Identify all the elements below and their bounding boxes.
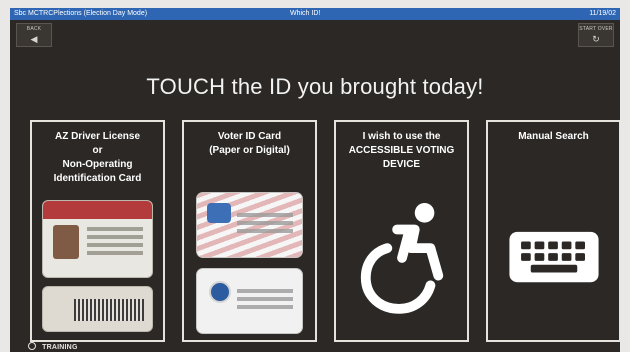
id-option-manual-search[interactable]: Manual Search [486,120,620,342]
window-title-right: 11/19/02 [589,10,616,17]
keyboard-icon [509,231,599,283]
wheelchair-icon [360,203,444,314]
card-title-manual-search: Manual Search [518,131,589,142]
start-over-button-caption: START OVER [579,26,613,32]
kiosk-window: Sbc MCTRCPlections (Election Day Mode) W… [10,8,620,352]
driver-license-back-image [42,286,153,332]
voter-card-text-lines [237,213,293,217]
training-indicator: TRAINING [28,342,78,351]
refresh-icon: ↻ [592,34,600,44]
back-button-caption: BACK [26,26,42,32]
voter-id-card-front-image [196,192,303,258]
card-title-accessible-voting-device: I wish to use the ACCESSIBLE VOTING DEVI… [348,131,455,170]
id-option-az-driver-license[interactable]: AZ Driver License or Non-Operating Ident… [30,120,165,342]
top-toolbar: BACK ◀ START OVER ↻ [10,20,620,50]
card-title-voter-id-card: Voter ID Card (Paper or Digital) [209,131,290,156]
card-title-az-driver-license: AZ Driver License or Non-Operating Ident… [53,131,142,184]
id-option-accessible-voting-device[interactable]: I wish to use the ACCESSIBLE VOTING DEVI… [334,120,469,342]
voter-card-badge [207,203,231,223]
license-header-stripe [43,201,152,219]
page-headline: TOUCH the ID you brought today! [146,74,484,99]
start-over-button[interactable]: START OVER ↻ [578,23,614,47]
window-title-left: Sbc MCTRCPlections (Election Day Mode) [14,10,148,17]
window-titlebar: Sbc MCTRCPlections (Election Day Mode) W… [10,8,620,20]
training-label: TRAINING [42,344,78,351]
license-text-lines [87,227,143,231]
license-barcode [74,299,144,321]
license-photo [53,225,79,259]
lightbulb-icon [28,342,36,350]
back-button[interactable]: BACK ◀ [16,23,52,47]
driver-license-front-image [42,200,153,278]
left-arrow-icon: ◀ [30,34,38,44]
official-seal-icon [209,281,231,303]
voter-card-text-lines [237,289,293,293]
window-title-center: Which ID! [290,10,321,17]
voter-id-card-digital-image [196,268,303,334]
id-option-voter-id-card[interactable]: Voter ID Card (Paper or Digital) [182,120,317,342]
